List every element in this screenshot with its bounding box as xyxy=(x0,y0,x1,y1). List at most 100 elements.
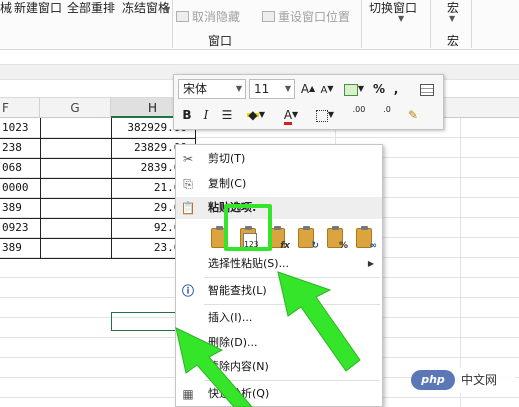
menu-item-clear-contents[interactable]: 清除内容(N) xyxy=(176,356,382,378)
menu-separator xyxy=(204,304,380,305)
unhide-icon xyxy=(176,11,189,22)
chevron-down-icon: ▼ xyxy=(327,110,335,119)
menu-item-label: 插入(I)... xyxy=(208,311,253,324)
column-header-g[interactable]: G xyxy=(40,98,111,118)
copy-icon: ⎘ xyxy=(183,177,193,191)
table-border xyxy=(0,178,196,179)
paste-formatting-button[interactable]: % xyxy=(322,223,348,253)
table-border xyxy=(0,258,196,259)
window-group-label: 窗口 xyxy=(208,34,233,48)
cell-f[interactable]: 238 xyxy=(2,138,38,158)
mini-toolbar: 宋体 ▼ 11 ▼ A▲ A▼ ▼ % , B I ☰ ◆▼ A▼ ▼ .00 … xyxy=(173,74,444,130)
clipboard-icon: 📋 xyxy=(180,201,196,215)
menu-item-label: 删除(D)... xyxy=(208,336,258,349)
quick-analysis-icon: ▦ xyxy=(182,387,194,401)
menu-item-copy[interactable]: ⎘ 复制(C) xyxy=(176,173,382,195)
cell-f[interactable]: 389 xyxy=(2,198,38,218)
submenu-arrow-icon: ▶ xyxy=(367,259,374,268)
grow-font-label: A xyxy=(300,82,310,96)
cell-f[interactable]: 0923 xyxy=(2,218,38,238)
chevron-down-icon: ▼ xyxy=(357,84,365,93)
ribbon: 械 新建窗口 全部重排 冻结窗格 ▼ 取消隐藏 重设窗口位置 切换窗口 ▼ 宏 … xyxy=(0,0,519,50)
freeze-panes-button[interactable]: 冻结窗格 xyxy=(122,0,170,16)
switch-windows-button[interactable]: 切换窗口 xyxy=(369,0,417,16)
link-chain-icon: ∞ xyxy=(369,241,378,251)
menu-separator xyxy=(204,380,380,381)
cell-f[interactable]: 1023 xyxy=(2,118,38,138)
align-center-icon: ☰ xyxy=(221,108,233,122)
table-border xyxy=(0,198,196,199)
menu-item-smart-lookup[interactable]: ⓘ 智能查找(L) xyxy=(176,280,382,302)
currency-icon xyxy=(343,83,358,96)
table-border xyxy=(0,138,196,139)
reset-window-position-label: 重设窗口位置 xyxy=(278,10,351,24)
switch-windows-chevron-icon[interactable]: ▼ xyxy=(398,14,404,23)
comma-style-button[interactable]: , xyxy=(390,79,402,99)
watermark-site-text: 中文网 xyxy=(461,373,498,387)
cancel-hide-button[interactable]: 取消隐藏 xyxy=(176,8,240,25)
font-name-value: 宋体 xyxy=(183,82,208,96)
font-size-select[interactable]: 11 ▼ xyxy=(249,79,295,99)
paintbrush-icon: ✎ xyxy=(407,108,419,122)
down-arrow-icon: ▼ xyxy=(327,84,334,93)
font-color-button[interactable]: A▼ xyxy=(278,105,304,125)
ribbon-divider xyxy=(172,0,173,48)
percent-format-icon: % xyxy=(338,241,348,251)
table-border xyxy=(0,238,196,239)
menu-item-label: 快速分析(Q) xyxy=(208,387,270,400)
menu-item-quick-analysis[interactable]: ▦ 快速分析(Q) xyxy=(176,383,382,405)
cancel-hide-label: 取消隐藏 xyxy=(192,10,241,24)
macros-chevron-icon[interactable]: ▼ xyxy=(449,14,455,23)
fill-color-button[interactable]: ◆▼ xyxy=(242,105,270,125)
font-color-label: A xyxy=(283,108,293,125)
freeze-panes-chevron-icon[interactable]: ▼ xyxy=(164,5,170,14)
decrease-font-button[interactable]: A▼ xyxy=(319,79,335,99)
fill-bucket-icon: ◆ xyxy=(246,105,259,122)
formula-fx-icon: fx xyxy=(280,241,290,251)
new-window-button[interactable]: 新建窗口 xyxy=(14,0,62,16)
ribbon-divider xyxy=(361,0,362,48)
table-border xyxy=(0,158,196,159)
php-logo: php xyxy=(411,370,455,390)
cell-f[interactable]: 389 xyxy=(2,238,38,258)
reset-window-position-button[interactable]: 重设窗口位置 xyxy=(262,8,350,25)
borders-button[interactable]: ▼ xyxy=(312,105,338,125)
italic-button[interactable]: I xyxy=(199,105,213,125)
reset-position-icon xyxy=(262,11,275,22)
menu-item-cut[interactable]: ✂ 剪切(T) xyxy=(176,148,382,170)
macros-group-label: 宏 xyxy=(447,34,460,48)
cell-f[interactable]: 0000 xyxy=(2,178,38,198)
percent-style-button[interactable]: % xyxy=(372,79,386,99)
menu-item-delete[interactable]: 删除(D)... xyxy=(176,332,382,354)
menu-separator xyxy=(204,277,380,278)
increase-decimal-label: .00 xyxy=(352,105,366,114)
chevron-down-icon: ▼ xyxy=(258,110,266,119)
arrange-all-button[interactable]: 全部重排 xyxy=(67,0,115,16)
table-border xyxy=(0,218,196,219)
format-table-button[interactable] xyxy=(418,79,436,99)
menu-item-paste-special[interactable]: 选择性粘贴(S)... ▶ xyxy=(176,253,382,275)
decrease-decimal-button[interactable]: .0 xyxy=(374,105,400,125)
column-header-f[interactable]: F xyxy=(0,98,40,118)
format-painter-button[interactable]: ✎ xyxy=(404,105,422,125)
transpose-icon: ↻ xyxy=(311,241,319,251)
watermark: php 中文网 xyxy=(411,367,515,393)
table-border xyxy=(40,118,41,258)
cell-f[interactable]: 068 xyxy=(2,158,38,178)
borders-icon xyxy=(315,109,328,122)
font-name-select[interactable]: 宋体 ▼ xyxy=(178,79,246,99)
menu-item-label: 剪切(T) xyxy=(208,152,246,165)
paste-transpose-button[interactable]: ↻ xyxy=(293,223,319,253)
paste-values-highlight xyxy=(224,204,272,251)
align-center-button[interactable]: ☰ xyxy=(218,105,236,125)
paste-link-button[interactable]: ∞ xyxy=(351,223,377,253)
bold-button[interactable]: B xyxy=(180,105,194,125)
increase-font-button[interactable]: A▲ xyxy=(300,79,316,99)
table-grid-icon xyxy=(420,83,434,96)
accounting-format-button[interactable]: ▼ xyxy=(340,79,368,99)
chevron-down-icon: ▼ xyxy=(235,84,242,93)
menu-item-label: 智能查找(L) xyxy=(208,284,267,297)
increase-decimal-button[interactable]: .00 xyxy=(346,105,372,125)
chevron-down-icon: ▼ xyxy=(284,84,291,93)
menu-item-insert[interactable]: 插入(I)... xyxy=(176,307,382,329)
